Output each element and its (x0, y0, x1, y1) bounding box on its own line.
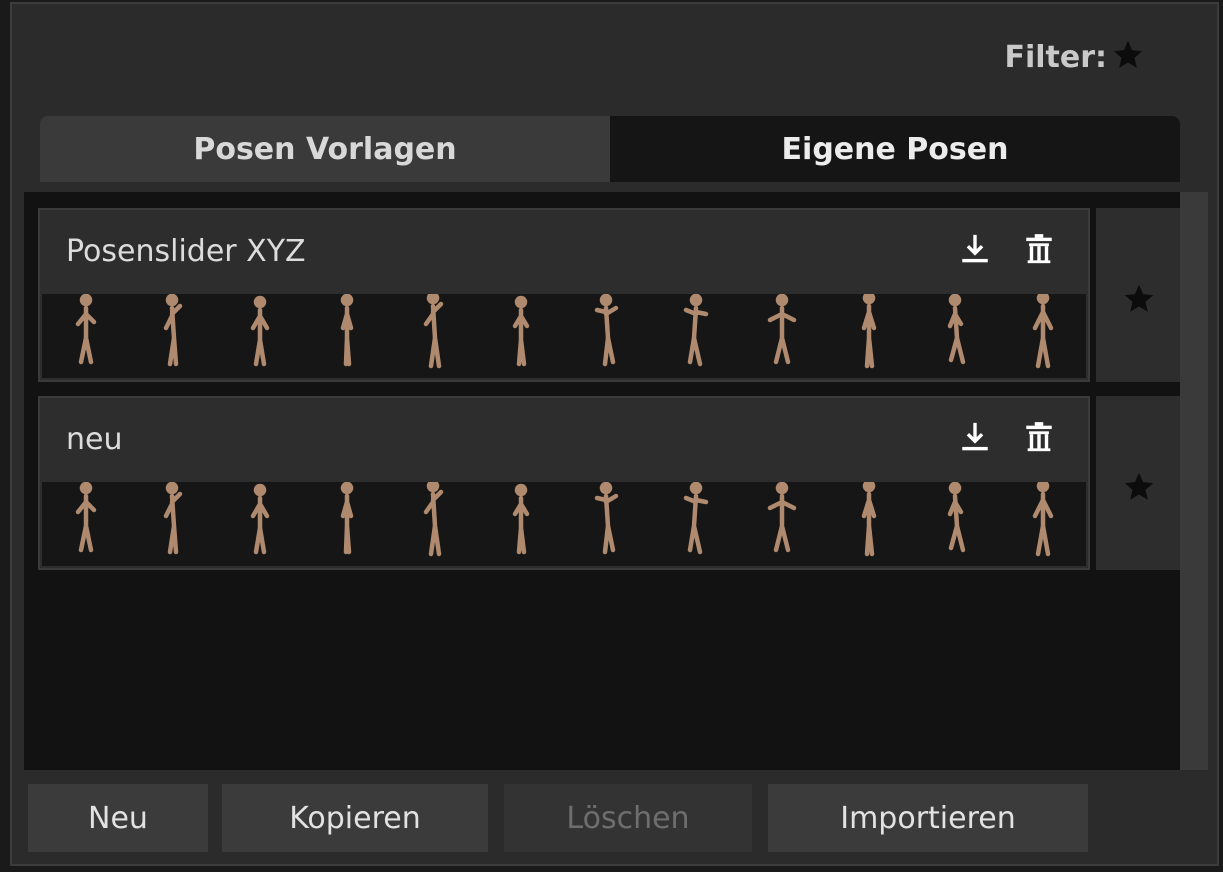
pose-figure-icon[interactable] (504, 482, 538, 566)
pose-figure-icon[interactable] (939, 482, 973, 566)
pose-library-panel: Filter: Posen Vorlagen Eigene Posen Pose… (10, 2, 1219, 866)
pose-figure-icon[interactable] (417, 294, 451, 378)
tab-posen-vorlagen[interactable]: Posen Vorlagen (40, 116, 610, 182)
download-icon[interactable] (958, 232, 992, 266)
pose-figure-icon[interactable] (852, 294, 886, 378)
trash-icon[interactable] (1022, 232, 1056, 266)
pose-set-list: Posenslider XYZ neu (24, 192, 1180, 770)
pose-set-title: Posenslider XYZ (66, 234, 306, 269)
delete-button: Löschen (504, 784, 752, 852)
pose-thumbnail-strip (42, 294, 1086, 378)
pose-thumbnail-strip (42, 482, 1086, 566)
star-icon (1124, 284, 1154, 312)
pose-set-card[interactable]: Posenslider XYZ (38, 208, 1090, 382)
pose-figure-icon[interactable] (1026, 294, 1060, 378)
pose-set-title: neu (66, 422, 123, 457)
pose-figure-icon[interactable] (417, 482, 451, 566)
pose-figure-icon[interactable] (765, 482, 799, 566)
pose-figure-icon[interactable] (852, 482, 886, 566)
scrollbar[interactable] (1180, 192, 1208, 770)
download-icon[interactable] (958, 420, 992, 454)
footer-toolbar: Neu Kopieren Löschen Importieren (12, 770, 1217, 864)
pose-figure-icon[interactable] (243, 294, 277, 378)
pose-figure-icon[interactable] (243, 482, 277, 566)
pose-figure-icon[interactable] (156, 482, 190, 566)
tab-bar: Posen Vorlagen Eigene Posen (40, 116, 1180, 182)
copy-button[interactable]: Kopieren (222, 784, 488, 852)
tab-eigene-posen[interactable]: Eigene Posen (610, 116, 1180, 182)
pose-figure-icon[interactable] (591, 294, 625, 378)
pose-figure-icon[interactable] (504, 294, 538, 378)
pose-figure-icon[interactable] (69, 294, 103, 378)
pose-figure-icon[interactable] (939, 294, 973, 378)
filter-label: Filter: (1004, 40, 1107, 75)
pose-figure-icon[interactable] (330, 482, 364, 566)
import-button[interactable]: Importieren (768, 784, 1088, 852)
filter-star-icon[interactable] (1111, 38, 1145, 72)
pose-figure-icon[interactable] (156, 294, 190, 378)
pose-figure-icon[interactable] (591, 482, 625, 566)
new-button[interactable]: Neu (28, 784, 208, 852)
pose-figure-icon[interactable] (678, 294, 712, 378)
star-icon (1124, 472, 1154, 500)
pose-figure-icon[interactable] (765, 294, 799, 378)
favorite-toggle[interactable] (1096, 396, 1180, 570)
pose-set-card[interactable]: neu (38, 396, 1090, 570)
pose-figure-icon[interactable] (1026, 482, 1060, 566)
pose-figure-icon[interactable] (69, 482, 103, 566)
trash-icon[interactable] (1022, 420, 1056, 454)
favorite-toggle[interactable] (1096, 208, 1180, 382)
pose-figure-icon[interactable] (678, 482, 712, 566)
pose-figure-icon[interactable] (330, 294, 364, 378)
